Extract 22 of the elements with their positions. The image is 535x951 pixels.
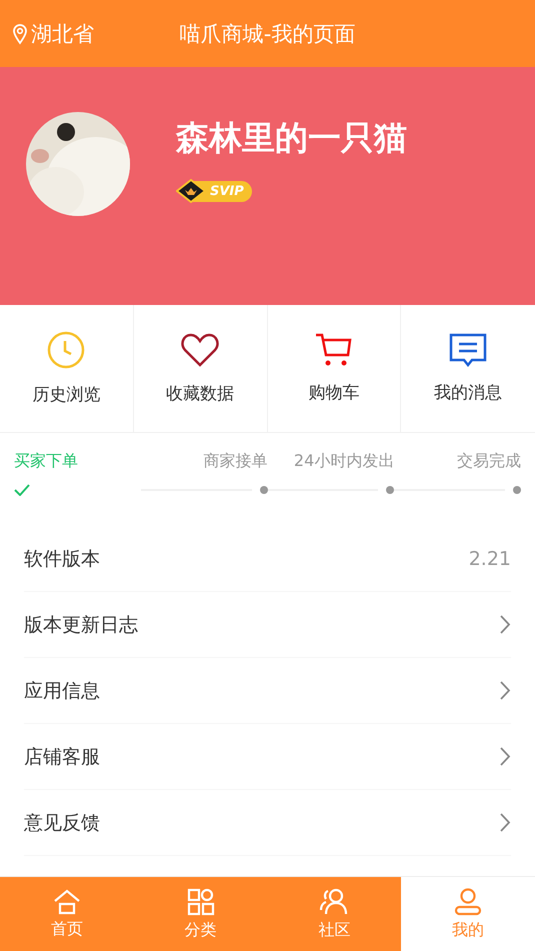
home-icon <box>52 888 81 914</box>
location-pin-icon <box>12 22 28 44</box>
user-icon <box>453 888 484 916</box>
order-step-label: 商家接单 <box>202 451 268 472</box>
menu-item[interactable]: 版本更新日志 <box>24 612 138 638</box>
menu-item[interactable]: 意见反馈 <box>24 810 100 836</box>
heart-icon <box>180 332 220 368</box>
version-value: 2.21 <box>468 548 511 570</box>
page-title: 喵爪商城-我的页面 <box>180 20 356 48</box>
clock-icon <box>47 331 86 369</box>
user-name: 森林里的一只猫 <box>176 117 407 159</box>
order-step-label: 交易完成 <box>456 451 521 472</box>
cart-icon <box>314 333 353 367</box>
menu-item[interactable]: 店铺客服 <box>24 744 100 770</box>
order-step-label: 买家下单 <box>14 451 79 472</box>
menu-item[interactable]: 应用信息 <box>24 678 100 704</box>
diamond-icon <box>176 179 206 203</box>
people-icon <box>319 888 350 916</box>
menu-item[interactable]: 软件版本 <box>24 546 100 572</box>
order-step-label: 24小时内发出 <box>292 451 394 472</box>
message-icon <box>449 333 488 367</box>
grid-icon <box>186 888 215 916</box>
